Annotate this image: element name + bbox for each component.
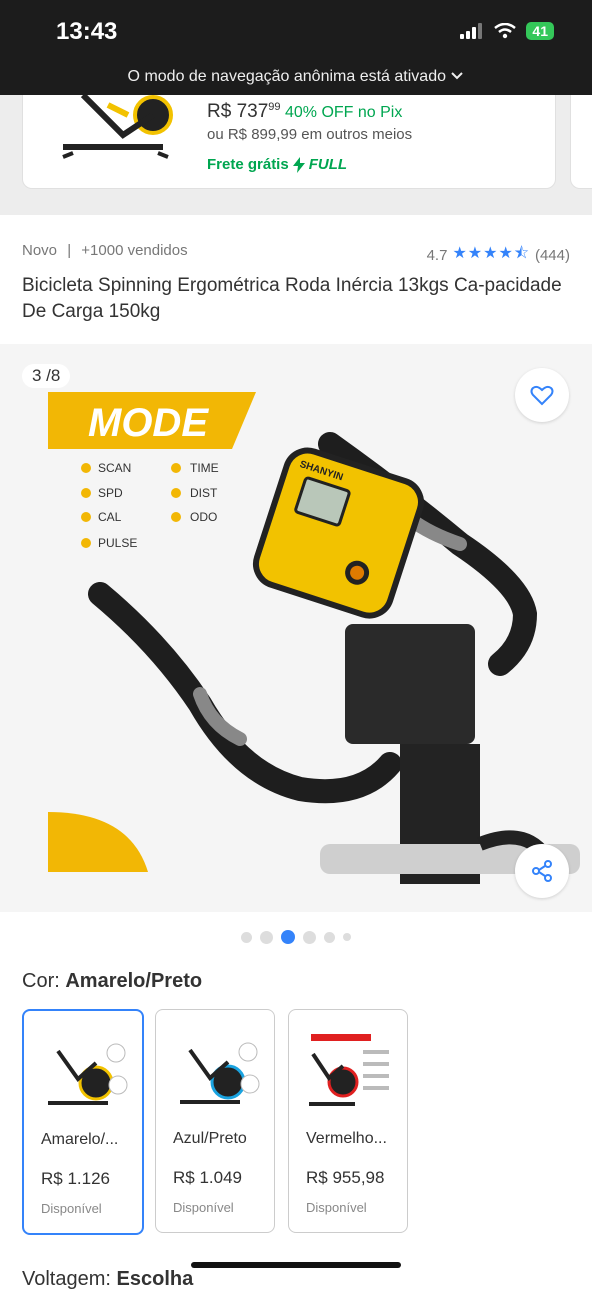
- share-button[interactable]: [515, 844, 569, 898]
- color-value: Amarelo/Preto: [65, 970, 203, 992]
- product-thumbnail: [62, 95, 173, 159]
- status-time: 13:43: [56, 18, 118, 45]
- product-meta: Novo | +1000 vendidos: [22, 242, 188, 259]
- wifi-icon: [494, 23, 517, 39]
- banner-title: MODE: [88, 401, 209, 445]
- variant-card-azul[interactable]: Azul/Preto R$ 1.049 Disponível: [155, 1009, 275, 1233]
- currency: R$: [207, 101, 232, 122]
- status-bar: 13:43 41 O modo de navegação anônima est…: [0, 0, 592, 95]
- mode-left-3: CAL: [98, 510, 122, 524]
- battery-icon: 41: [526, 22, 554, 40]
- color-label: Cor:: [22, 970, 60, 992]
- variant-status: Disponível: [41, 1201, 102, 1216]
- product-image: MODE SCAN SPD CAL PULSE TIME DIST ODO SH…: [0, 344, 592, 912]
- variant-name: Azul/Preto: [173, 1130, 247, 1147]
- shipping-label: Frete grátis: [207, 156, 289, 173]
- price-cents: 99: [268, 101, 281, 113]
- incognito-banner[interactable]: O modo de navegação anônima está ativado: [0, 68, 592, 86]
- chevron-down-icon: [451, 72, 464, 80]
- recommendation-strip: R$ 73799 40% OFF no Pix ou R$ 899,99 em …: [0, 95, 592, 215]
- discount-label: 40% OFF no Pix: [284, 104, 403, 121]
- shipping-info: Frete grátis FULL: [207, 156, 347, 173]
- mode-left-1: SCAN: [98, 461, 131, 475]
- variant-name: Amarelo/...: [41, 1131, 119, 1148]
- home-indicator: [191, 1262, 401, 1268]
- voltage-label: Voltagem:: [22, 1268, 111, 1290]
- variant-price: R$ 1.126: [41, 1169, 110, 1188]
- variant-card-vermelho[interactable]: Vermelho... R$ 955,98 Disponível: [288, 1009, 408, 1233]
- variant-card-amarelo[interactable]: Amarelo/... R$ 1.126 Disponível: [22, 1009, 144, 1235]
- favorite-button[interactable]: [515, 368, 569, 422]
- sold-count: +1000 vendidos: [81, 242, 188, 259]
- image-counter: 3 /8: [22, 364, 71, 388]
- status-icons: 41: [460, 22, 554, 40]
- share-icon: [532, 860, 552, 882]
- mode-right-1: TIME: [190, 461, 219, 475]
- recommendation-card[interactable]: R$ 73799 40% OFF no Pix ou R$ 899,99 em …: [22, 95, 556, 189]
- rating-summary[interactable]: 4.7 ★★★★⯪ (444): [427, 242, 570, 269]
- review-count: (444): [534, 247, 570, 264]
- heart-icon: [530, 385, 554, 406]
- next-recommendation-card[interactable]: [570, 95, 592, 189]
- variant-price: R$ 1.049: [173, 1168, 242, 1187]
- mode-right-2: DIST: [190, 486, 218, 500]
- alt-price: ou R$ 899,99 em outros meios: [207, 126, 413, 143]
- variant-status: Disponível: [173, 1200, 234, 1215]
- full-badge: FULL: [308, 156, 348, 173]
- page-dot[interactable]: [324, 931, 335, 943]
- lightning-icon: [292, 156, 305, 173]
- variant-image: [309, 1034, 389, 1106]
- variant-name: Vermelho...: [306, 1130, 387, 1147]
- condition-label: Novo: [22, 242, 58, 259]
- color-selector-label: Cor: Amarelo/Preto: [22, 970, 202, 993]
- page-dot[interactable]: [343, 933, 351, 941]
- variant-price: R$ 955,98: [306, 1168, 385, 1187]
- voltage-value: Escolha: [116, 1268, 194, 1290]
- mode-left-4: PULSE: [98, 536, 137, 550]
- price-integer: 737: [236, 101, 269, 122]
- signal-icon: [460, 23, 483, 39]
- price-row: R$ 73799 40% OFF no Pix: [207, 101, 402, 123]
- rating-stars-icon: ★★★★⯪: [452, 245, 530, 262]
- gallery-pagination: [0, 930, 592, 944]
- variant-image: [180, 1042, 260, 1104]
- page-dot[interactable]: [303, 930, 316, 944]
- variant-image: [48, 1043, 128, 1105]
- page-dot[interactable]: [241, 931, 252, 943]
- incognito-text: O modo de navegação anônima está ativado: [127, 68, 446, 85]
- product-title: Bicicleta Spinning Ergométrica Roda Inér…: [22, 275, 562, 322]
- mode-left-2: SPD: [98, 486, 123, 500]
- page-dot[interactable]: [260, 930, 273, 944]
- variant-status: Disponível: [306, 1200, 367, 1215]
- page-dot-active[interactable]: [281, 930, 295, 944]
- mode-right-3: ODO: [190, 510, 217, 524]
- rating-value: 4.7: [426, 247, 448, 264]
- product-gallery[interactable]: MODE SCAN SPD CAL PULSE TIME DIST ODO SH…: [0, 344, 592, 912]
